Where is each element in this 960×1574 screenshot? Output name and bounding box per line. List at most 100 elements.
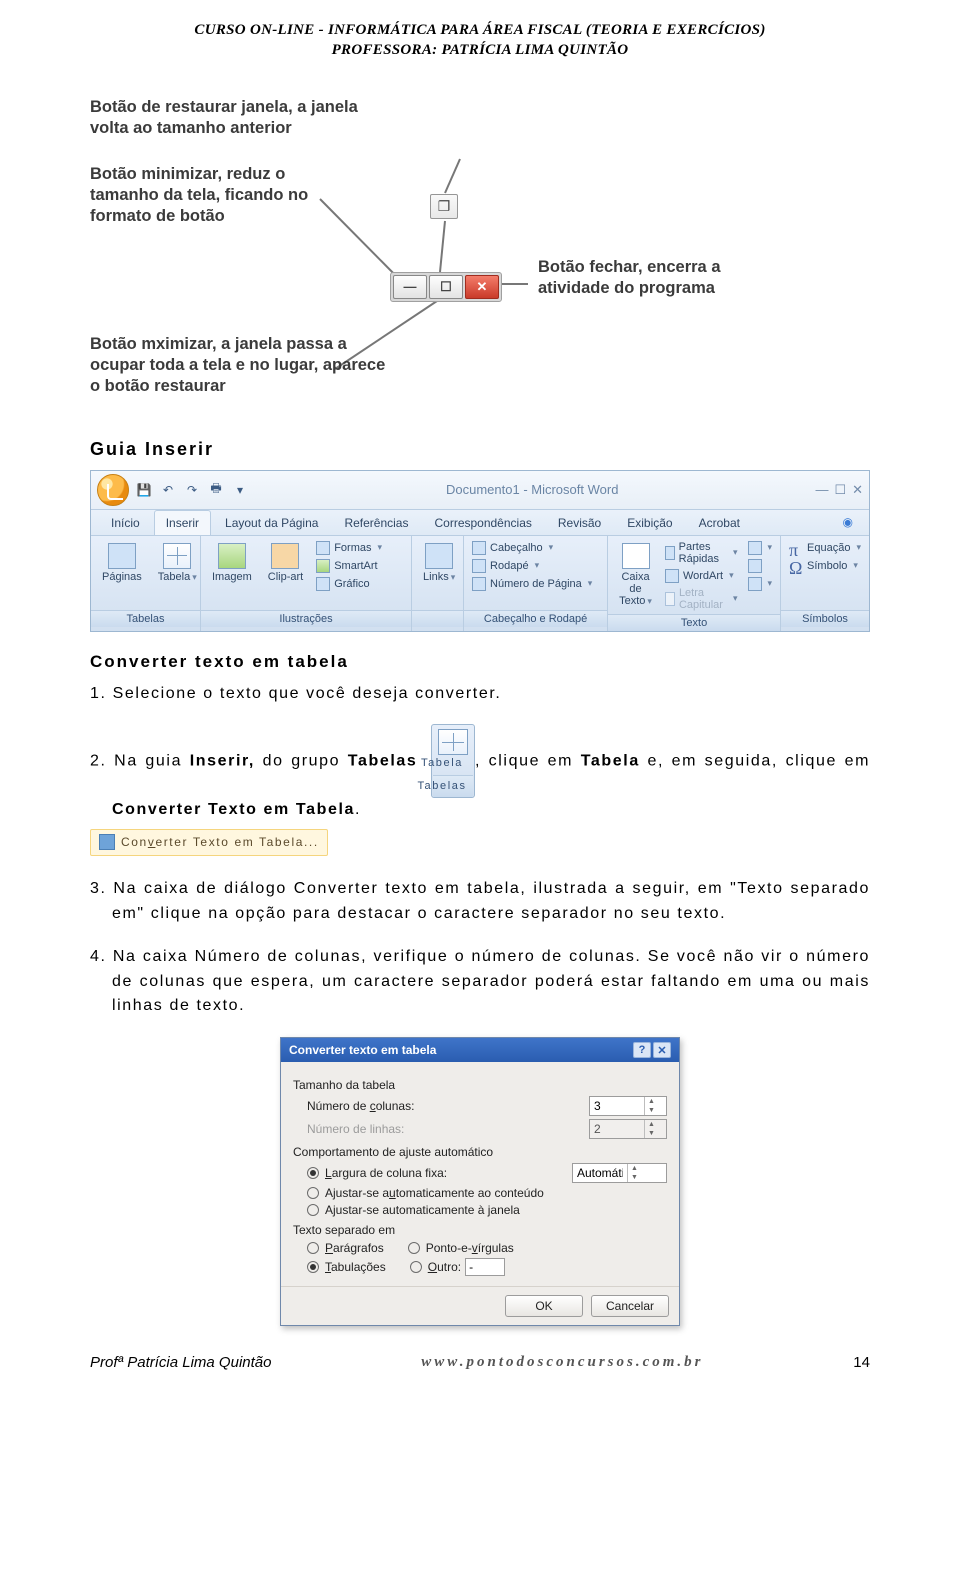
label-num-colunas: Número de colunas: — [307, 1099, 589, 1113]
tab-layout[interactable]: Layout da Página — [213, 510, 330, 535]
partes-rapidas-button[interactable]: Partes Rápidas▾ — [663, 540, 740, 566]
help-icon[interactable]: ◉ — [835, 510, 861, 535]
input-num-linhas — [590, 1121, 644, 1137]
input-largura[interactable] — [573, 1165, 627, 1181]
group-tamanho: Tamanho da tabela — [293, 1078, 667, 1092]
shapes-icon — [316, 541, 330, 555]
pagenum-icon — [472, 577, 486, 591]
radio-largura-fixa[interactable] — [307, 1167, 319, 1179]
datetime-button[interactable] — [746, 558, 775, 574]
radio-ponto-virgulas[interactable] — [408, 1242, 420, 1254]
radio-paragrafos[interactable] — [307, 1242, 319, 1254]
spin-down-icon[interactable]: ▼ — [628, 1173, 641, 1182]
datetime-icon — [748, 559, 762, 573]
minimize-icon: — — [393, 275, 427, 299]
dialog-title: Converter texto em tabela — [289, 1043, 436, 1057]
tab-referencias[interactable]: Referências — [332, 510, 420, 535]
letra-capitular-button[interactable]: Letra Capitular▾ — [663, 586, 740, 612]
header-icon — [472, 541, 486, 555]
radio-ajuste-conteudo[interactable] — [307, 1187, 319, 1199]
input-num-colunas[interactable] — [590, 1098, 644, 1114]
object-button[interactable]: ▾ — [746, 576, 775, 592]
object-icon — [748, 577, 762, 591]
spin-up-icon[interactable]: ▲ — [645, 1097, 658, 1106]
spin-down-icon[interactable]: ▼ — [645, 1106, 658, 1115]
equation-icon: π — [789, 541, 803, 555]
label-paragrafos: Parágrafos — [325, 1241, 384, 1255]
signature-button[interactable]: ▾ — [746, 540, 775, 556]
cabecalho-button[interactable]: Cabeçalho▾ — [470, 540, 601, 556]
image-icon — [218, 543, 246, 569]
step-2: 2. Na guia Inserir, do grupo Tabelas Tab… — [90, 724, 870, 859]
table-icon — [163, 543, 191, 569]
rodape-button[interactable]: Rodapé▾ — [470, 558, 601, 574]
footer-icon — [472, 559, 486, 573]
group-label-texto: Texto — [608, 614, 780, 631]
dialog-converter-texto: Converter texto em tabela ? ✕ Tamanho da… — [280, 1037, 680, 1326]
label-ajuste-janela: Ajustar-se automaticamente à janela — [325, 1203, 667, 1217]
signature-icon — [748, 541, 762, 555]
dialog-close-icon[interactable]: ✕ — [653, 1042, 671, 1058]
label-minimize: Botão minimizar, reduz o tamanho da tela… — [90, 164, 350, 228]
page-footer: Profª Patrícia Lima Quintão www.pontodos… — [90, 1354, 870, 1371]
numero-pagina-button[interactable]: Número de Página▾ — [470, 576, 601, 592]
smartart-icon — [316, 559, 330, 573]
menu-item-converter[interactable]: Converter Texto em Tabela... — [90, 829, 328, 856]
close-icon: ✕ — [465, 275, 499, 299]
save-icon[interactable]: 💾 — [135, 481, 153, 499]
cancel-button[interactable]: Cancelar — [591, 1295, 669, 1317]
redo-icon[interactable]: ↷ — [183, 481, 201, 499]
smartart-button[interactable]: SmartArt — [314, 558, 384, 574]
footer-author: Profª Patrícia Lima Quintão — [90, 1354, 271, 1371]
ok-button[interactable]: OK — [505, 1295, 583, 1317]
print-icon[interactable]: 🖶 — [207, 481, 225, 499]
tab-inicio[interactable]: Início — [99, 510, 152, 535]
label-ponto-virgulas: Ponto-e-vírgulas — [426, 1241, 514, 1255]
header-line1: CURSO ON-LINE - INFORMÁTICA PARA ÁREA FI… — [90, 20, 870, 40]
spinner-num-colunas[interactable]: ▲▼ — [589, 1096, 667, 1116]
radio-tabulacoes[interactable] — [307, 1261, 319, 1273]
spin-up-icon[interactable]: ▲ — [628, 1164, 641, 1173]
tab-correspondencias[interactable]: Correspondências — [422, 510, 543, 535]
label-close: Botão fechar, encerra a atividade do pro… — [538, 257, 758, 300]
tabela-button[interactable]: Tabela▾ — [153, 540, 202, 586]
tab-inserir[interactable]: Inserir — [154, 510, 211, 535]
group-label-simbolos: Símbolos — [781, 610, 869, 627]
dialog-help-icon[interactable]: ? — [633, 1042, 651, 1058]
qat-more-icon[interactable]: ▾ — [231, 481, 249, 499]
paginas-button[interactable]: Páginas — [97, 540, 147, 586]
undo-icon[interactable]: ↶ — [159, 481, 177, 499]
section-guia-inserir: Guia Inserir — [90, 439, 870, 460]
tab-acrobat[interactable]: Acrobat — [687, 510, 752, 535]
step-1: 1. Selecione o texto que você deseja con… — [90, 682, 870, 707]
simbolo-button[interactable]: ΩSímbolo▾ — [787, 558, 863, 574]
window-maximize-icon[interactable]: ☐ — [834, 482, 846, 498]
footer-page-number: 14 — [853, 1354, 870, 1371]
formas-button[interactable]: Formas▾ — [314, 540, 384, 556]
quick-access-toolbar: 💾 ↶ ↷ 🖶 ▾ — [135, 481, 249, 499]
label-num-linhas: Número de linhas: — [307, 1122, 589, 1136]
step-3: 3. Na caixa de diálogo Converter texto e… — [90, 877, 870, 927]
spinner-largura[interactable]: ▲▼ — [572, 1163, 667, 1183]
group-label-links — [412, 610, 463, 627]
window-close-icon[interactable]: ✕ — [852, 482, 863, 498]
office-button-icon[interactable] — [97, 474, 129, 506]
step-4: 4. Na caixa Número de colunas, verifique… — [90, 945, 870, 1019]
wordart-button[interactable]: WordArt▾ — [663, 568, 740, 584]
radio-outro[interactable] — [410, 1261, 422, 1273]
grafico-button[interactable]: Gráfico — [314, 576, 384, 592]
links-button[interactable]: Links▾ — [418, 540, 460, 586]
page-header: CURSO ON-LINE - INFORMÁTICA PARA ÁREA FI… — [90, 20, 870, 61]
textbox-icon — [622, 543, 650, 569]
radio-ajuste-janela[interactable] — [307, 1204, 319, 1216]
spin-up-icon: ▲ — [645, 1120, 658, 1129]
tab-revisao[interactable]: Revisão — [546, 510, 613, 535]
caixa-texto-button[interactable]: Caixa de Texto▾ — [614, 540, 657, 610]
maximize-icon: ☐ — [429, 275, 463, 299]
window-minimize-icon[interactable]: — — [815, 482, 828, 498]
equacao-button[interactable]: πEquação▾ — [787, 540, 863, 556]
imagem-button[interactable]: Imagem — [207, 540, 257, 586]
tab-exibicao[interactable]: Exibição — [615, 510, 684, 535]
input-outro[interactable] — [465, 1258, 505, 1276]
clipart-button[interactable]: Clip-art — [263, 540, 308, 586]
